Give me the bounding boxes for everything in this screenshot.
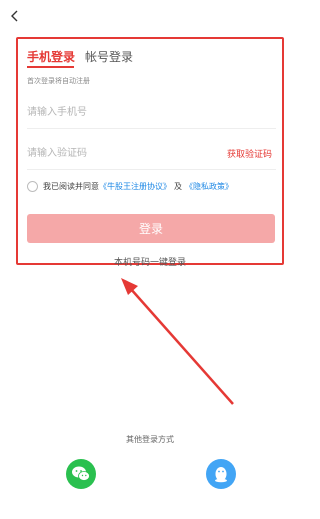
wechat-icon [72,466,90,481]
qq-icon [215,467,227,483]
qq-login-button[interactable] [206,459,236,489]
wechat-login-button[interactable] [66,459,96,489]
other-login-label: 其他登录方式 [126,435,174,444]
